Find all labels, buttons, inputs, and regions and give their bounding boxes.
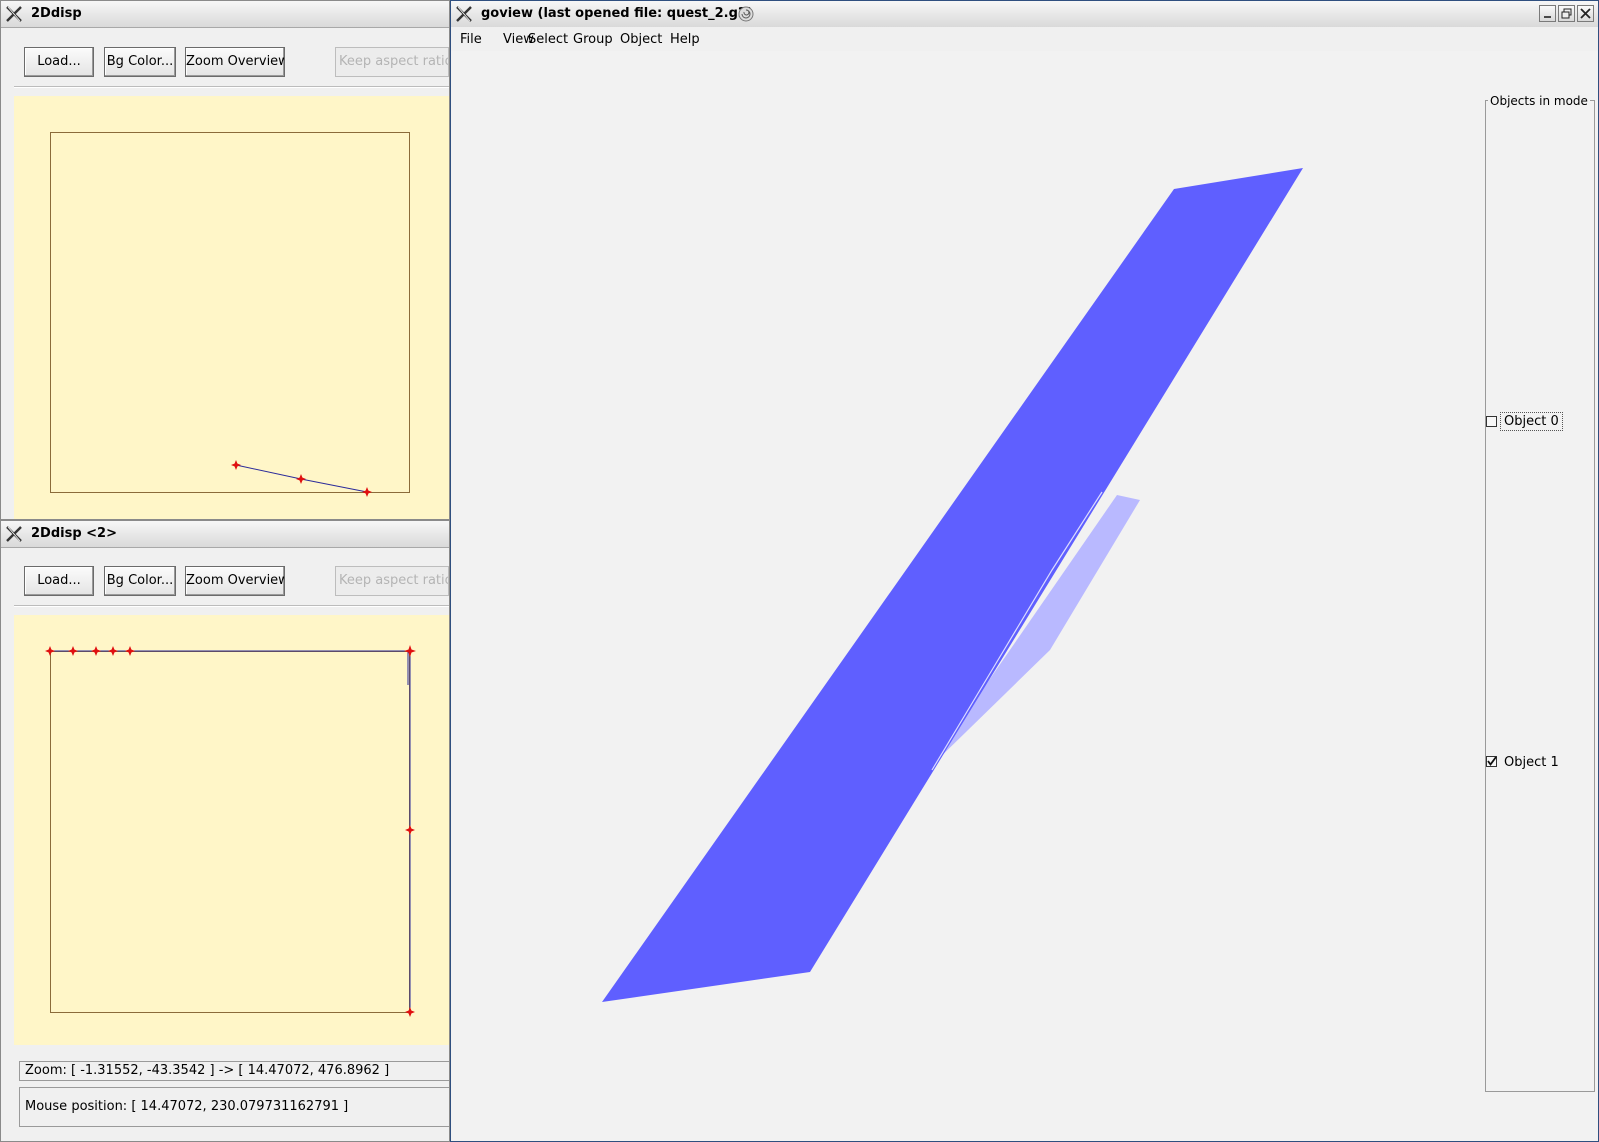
window-title: goview (last opened file: quest_2.g2) xyxy=(481,6,753,21)
object-0-label[interactable]: Object 0 xyxy=(1500,412,1563,431)
objects-panel xyxy=(1485,100,1595,1092)
zoom-overview-button[interactable]: Zoom Overview xyxy=(185,566,285,596)
spiral-icon xyxy=(738,6,754,22)
mouse-position-status: Mouse position: [ 14.47072, 230.07973116… xyxy=(19,1087,449,1127)
keep-aspect-ratio-button[interactable]: Keep aspect ratio xyxy=(335,566,449,596)
3d-viewport[interactable] xyxy=(452,50,1482,1140)
zoom-overview-label: Zoom Overview xyxy=(186,573,285,588)
title-bar[interactable]: 2Ddisp <2> xyxy=(1,521,449,548)
objects-panel-title: Objects in mode xyxy=(1488,94,1590,108)
zoom-status-text: Zoom: [ -1.31552, -43.3542 ] -> [ 14.470… xyxy=(25,1063,390,1078)
menu-group[interactable]: Group xyxy=(573,32,613,47)
surface-object-1 xyxy=(602,168,1303,1002)
keep-aspect-label: Keep aspect ratio xyxy=(339,54,449,69)
x-logo-icon xyxy=(6,526,22,542)
control-point xyxy=(91,646,101,656)
control-point xyxy=(405,825,415,835)
checkmark-icon xyxy=(1487,756,1497,767)
control-point xyxy=(296,474,306,484)
bg-color-label: Bg Color... xyxy=(106,573,174,588)
object-0-checkbox[interactable] xyxy=(1486,416,1497,427)
control-point xyxy=(68,646,78,656)
maximize-button[interactable] xyxy=(1558,5,1575,22)
curve-plot xyxy=(231,460,372,497)
toolbar-separator xyxy=(14,86,449,88)
close-icon xyxy=(1580,8,1591,19)
menu-object[interactable]: Object xyxy=(620,32,662,47)
menu-bar: File View Select Group Object Help xyxy=(451,27,1598,51)
keep-aspect-label: Keep aspect ratio xyxy=(339,573,449,588)
close-button[interactable] xyxy=(1577,5,1594,22)
zoom-status: Zoom: [ -1.31552, -43.3542 ] -> [ 14.470… xyxy=(19,1061,449,1081)
control-point xyxy=(231,460,241,470)
mouse-position-text: Mouse position: [ 14.47072, 230.07973116… xyxy=(25,1099,349,1114)
keep-aspect-ratio-button[interactable]: Keep aspect ratio xyxy=(335,47,449,77)
object-1-checkbox[interactable] xyxy=(1486,756,1497,767)
load-button[interactable]: Load... xyxy=(24,47,94,77)
x-logo-icon xyxy=(6,6,22,22)
bg-color-label: Bg Color... xyxy=(106,54,174,69)
object-1-label[interactable]: Object 1 xyxy=(1504,755,1559,770)
zoom-overview-button[interactable]: Zoom Overview xyxy=(185,47,285,77)
minimize-button[interactable] xyxy=(1539,5,1556,22)
title-bar[interactable]: goview (last opened file: quest_2.g2) xyxy=(451,1,1598,28)
restore-icon xyxy=(1561,8,1572,19)
x-logo-icon xyxy=(456,6,472,22)
bg-color-button[interactable]: Bg Color... xyxy=(104,47,176,77)
control-point xyxy=(362,487,372,497)
menu-help[interactable]: Help xyxy=(670,32,700,47)
control-point xyxy=(45,646,55,656)
bg-color-button[interactable]: Bg Color... xyxy=(104,566,176,596)
minimize-icon xyxy=(1544,16,1551,18)
control-point xyxy=(404,645,416,657)
control-point xyxy=(108,646,118,656)
menu-select[interactable]: Select xyxy=(528,32,568,47)
load-button-label: Load... xyxy=(37,573,81,588)
curve-polyline xyxy=(50,650,411,1012)
window-title: 2Ddisp <2> xyxy=(31,526,117,541)
toolbar-separator xyxy=(14,605,449,607)
2ddisp-2-window: 2Ddisp <2> Load... Bg Color... Zoom Over… xyxy=(0,520,450,1142)
control-point xyxy=(125,646,135,656)
zoom-overview-label: Zoom Overview xyxy=(186,54,285,69)
2d-canvas[interactable] xyxy=(14,96,449,519)
load-button[interactable]: Load... xyxy=(24,566,94,596)
menu-file[interactable]: File xyxy=(460,32,482,47)
title-bar[interactable]: 2Ddisp xyxy=(1,1,449,28)
2ddisp-window: 2Ddisp Load... Bg Color... Zoom Overview… xyxy=(0,0,450,520)
window-title: 2Ddisp xyxy=(31,6,82,21)
2d-canvas[interactable] xyxy=(14,615,449,1045)
control-point xyxy=(405,1007,415,1017)
load-button-label: Load... xyxy=(37,54,81,69)
curve-plot xyxy=(45,645,416,1017)
